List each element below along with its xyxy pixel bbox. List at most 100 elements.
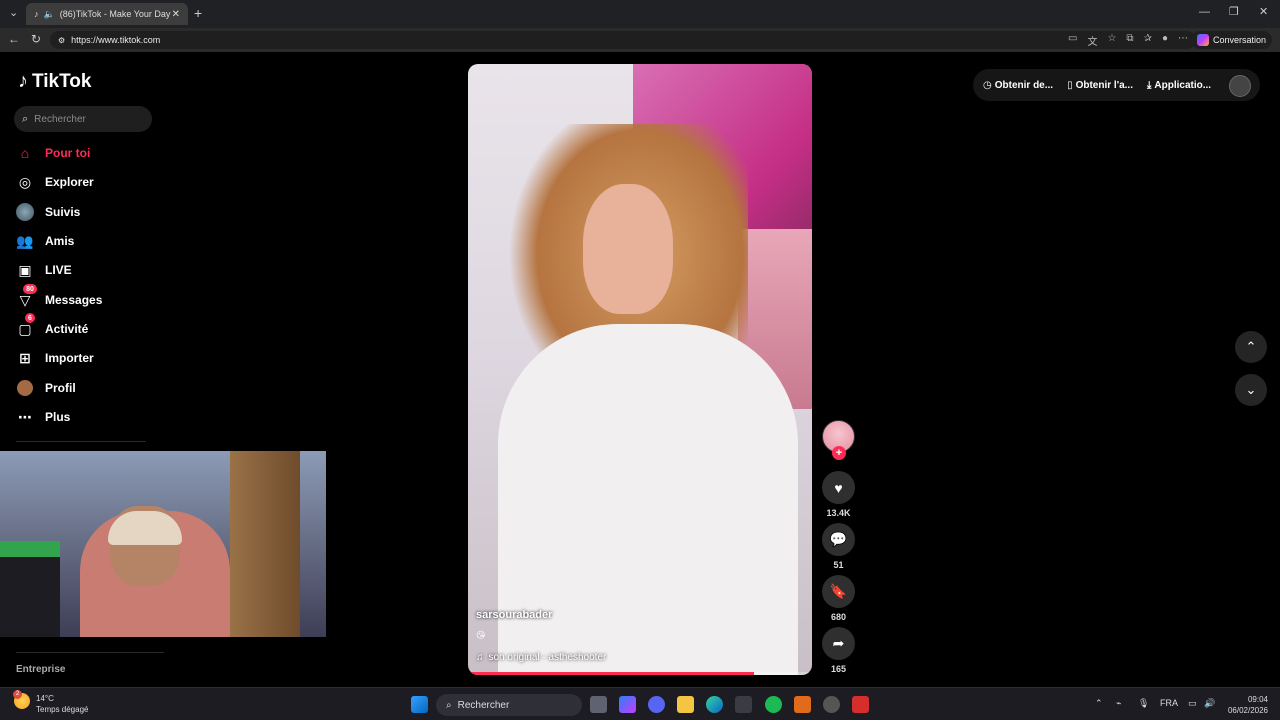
sidebar-item-pour-toi[interactable]: ⌂ Pour toi — [16, 142, 91, 164]
search-icon: ⌕ — [22, 112, 29, 125]
sun-icon: 2 — [13, 690, 30, 709]
favorites-list-icon[interactable]: ✰ — [1144, 33, 1152, 48]
speaker-icon[interactable]: 🔈 — [44, 9, 55, 20]
windows-start-icon[interactable] — [411, 696, 428, 713]
sidebar-item-messages[interactable]: ▽ 80 Messages — [16, 284, 103, 311]
video-player[interactable]: sarsourabader 😘 ♫ son original - asthesh… — [468, 64, 812, 675]
site-info-icon[interactable]: ⚙ — [58, 36, 65, 45]
enterprise-link[interactable]: Entreprise — [16, 664, 65, 675]
task-view-icon[interactable] — [590, 696, 607, 713]
video-progress-bar[interactable] — [468, 672, 812, 675]
like-button[interactable]: ♥ — [822, 471, 855, 504]
taskbar-search[interactable]: ⌕ Rechercher — [436, 694, 582, 716]
minimize-icon[interactable]: — — [1199, 7, 1210, 18]
tab-list-chevron-icon[interactable]: ⌄ — [9, 8, 18, 19]
user-avatar-button[interactable] — [1229, 75, 1251, 97]
copilot-conversation-button[interactable]: Conversation — [1190, 31, 1272, 49]
weather-widget[interactable]: 2 14°C Temps dégagé — [13, 690, 88, 715]
activity-badge: 6 — [25, 313, 35, 323]
store-icon[interactable] — [735, 696, 752, 713]
save-button[interactable]: 🔖 — [822, 575, 855, 608]
taskbar-clock[interactable]: 09:04 06/02/2026 — [1222, 694, 1268, 716]
show-hidden-icons-chevron[interactable]: ⌃ — [1095, 698, 1103, 709]
volume-icon[interactable]: 🔊 — [1204, 698, 1215, 709]
more-menu-icon[interactable]: ⋯ — [1178, 33, 1188, 48]
temperature: 14°C — [36, 694, 54, 703]
search-placeholder: Rechercher — [34, 113, 86, 125]
browser-tab-bar: ⌄ ♪ 🔈 (86)TikTok - Make Your Day ✕ + — ❐… — [0, 0, 1280, 28]
sidebar-item-label: Amis — [45, 234, 75, 248]
tiktok-logo[interactable]: ♪ TikTok — [18, 70, 91, 93]
following-avatar-icon — [16, 203, 34, 221]
get-app-button[interactable]: ▯ Obtenir l'a... — [1067, 80, 1133, 91]
sidebar-item-importer[interactable]: ⊞ Importer — [16, 347, 94, 369]
favorite-star-icon[interactable]: ☆ — [1107, 33, 1116, 48]
messages-icon: ▽ 80 — [16, 284, 37, 309]
chevron-down-icon: ⌄ — [1245, 382, 1257, 397]
webcam-overlay — [0, 451, 326, 637]
sidebar-search-input[interactable]: ⌕ Rechercher — [14, 106, 152, 132]
copilot-icon[interactable] — [619, 696, 636, 713]
sidebar-item-profil[interactable]: Profil — [16, 377, 76, 399]
footer-divider — [16, 652, 164, 653]
share-button[interactable]: ➦ — [822, 627, 855, 660]
taskbar-search-placeholder: Rechercher — [457, 699, 510, 711]
edge-icon[interactable] — [706, 696, 723, 713]
reload-icon[interactable]: ↻ — [31, 33, 41, 45]
display-icon[interactable]: ▭ — [1188, 698, 1197, 709]
file-explorer-icon[interactable] — [677, 696, 694, 713]
sidebar-item-explorer[interactable]: ◎ Explorer — [16, 171, 94, 193]
sidebar-item-activite[interactable]: ▢ 6 Activité — [16, 313, 88, 340]
sidebar-item-label: Explorer — [45, 175, 94, 189]
back-arrow-icon[interactable]: ← — [8, 33, 20, 45]
address-bar-row: ← ↻ ⚙ https://www.tiktok.com ▭ 文 ☆ ⧉ ✰ ●… — [0, 28, 1280, 52]
sidebar-item-label: Plus — [45, 410, 71, 424]
language-indicator[interactable]: FRA — [1160, 698, 1178, 708]
comment-button[interactable]: 💬 — [822, 523, 855, 556]
live-tv-icon: ▣ — [18, 261, 32, 278]
time: 09:04 — [1247, 695, 1268, 704]
tiktok-favicon-icon: ♪ — [34, 9, 39, 19]
previous-video-button[interactable]: ⌃ — [1235, 331, 1267, 363]
maximize-icon[interactable]: ❐ — [1229, 7, 1239, 18]
close-window-icon[interactable]: ✕ — [1259, 7, 1268, 18]
bookmark-icon: 🔖 — [829, 583, 848, 599]
more-dots-icon: ⋯ — [18, 408, 32, 425]
url-text: https://www.tiktok.com — [71, 35, 161, 45]
red-app-icon[interactable] — [852, 696, 869, 713]
translate-icon[interactable]: 文 — [1087, 33, 1097, 48]
top-action-label: Obtenir de... — [994, 79, 1054, 91]
home-icon: ⌂ — [20, 145, 30, 161]
get-coins-button[interactable]: ◷ Obtenir de... — [983, 80, 1053, 91]
url-field[interactable]: ⚙ https://www.tiktok.com ▭ 文 ☆ ⧉ ✰ ● ⋯ — [50, 31, 1196, 49]
share-count: 165 — [830, 664, 847, 674]
app-icon[interactable] — [794, 696, 811, 713]
weather-badge: 2 — [13, 690, 22, 699]
spotify-icon[interactable] — [765, 696, 782, 713]
sidebar-item-amis[interactable]: 👥 Amis — [16, 230, 74, 252]
sidebar-item-plus[interactable]: ⋯ Plus — [16, 406, 70, 428]
close-tab-icon[interactable]: ✕ — [172, 9, 180, 20]
new-tab-plus-icon[interactable]: + — [194, 6, 202, 20]
sidebar-item-label: Messages — [45, 293, 103, 307]
video-sound[interactable]: ♫ son original - astheshooter — [476, 652, 606, 663]
reader-mode-icon[interactable]: ▭ — [1068, 33, 1077, 48]
obs-icon[interactable] — [823, 696, 840, 713]
sidebar-item-live[interactable]: ▣ LIVE — [16, 259, 71, 281]
discord-icon[interactable] — [648, 696, 665, 713]
extensions-icon[interactable]: ⧉ — [1126, 33, 1133, 48]
browser-tab[interactable]: ♪ 🔈 (86)TikTok - Make Your Day ✕ — [26, 3, 188, 25]
video-username[interactable]: sarsourabader — [476, 609, 552, 621]
follow-plus-button[interactable]: + — [832, 446, 846, 460]
top-action-label: Applicatio... — [1154, 79, 1212, 91]
friends-icon: 👥 — [16, 232, 34, 249]
sidebar-item-label: Suivis — [45, 205, 81, 219]
sidebar-item-suivis[interactable]: Suivis — [16, 201, 80, 223]
tiktok-page: ♪ TikTok ⌕ Rechercher ⌂ Pour toi ◎ Explo… — [0, 52, 1280, 687]
download-app-button[interactable]: ⤓ Applicatio... — [1147, 80, 1211, 91]
microphone-icon[interactable]: 🎙 — [1138, 698, 1149, 709]
next-video-button[interactable]: ⌄ — [1235, 374, 1267, 406]
network-icon[interactable]: ⌁ — [1116, 698, 1121, 709]
heart-icon: ♥ — [834, 479, 843, 496]
profile-avatar-icon[interactable]: ● — [1162, 33, 1168, 48]
